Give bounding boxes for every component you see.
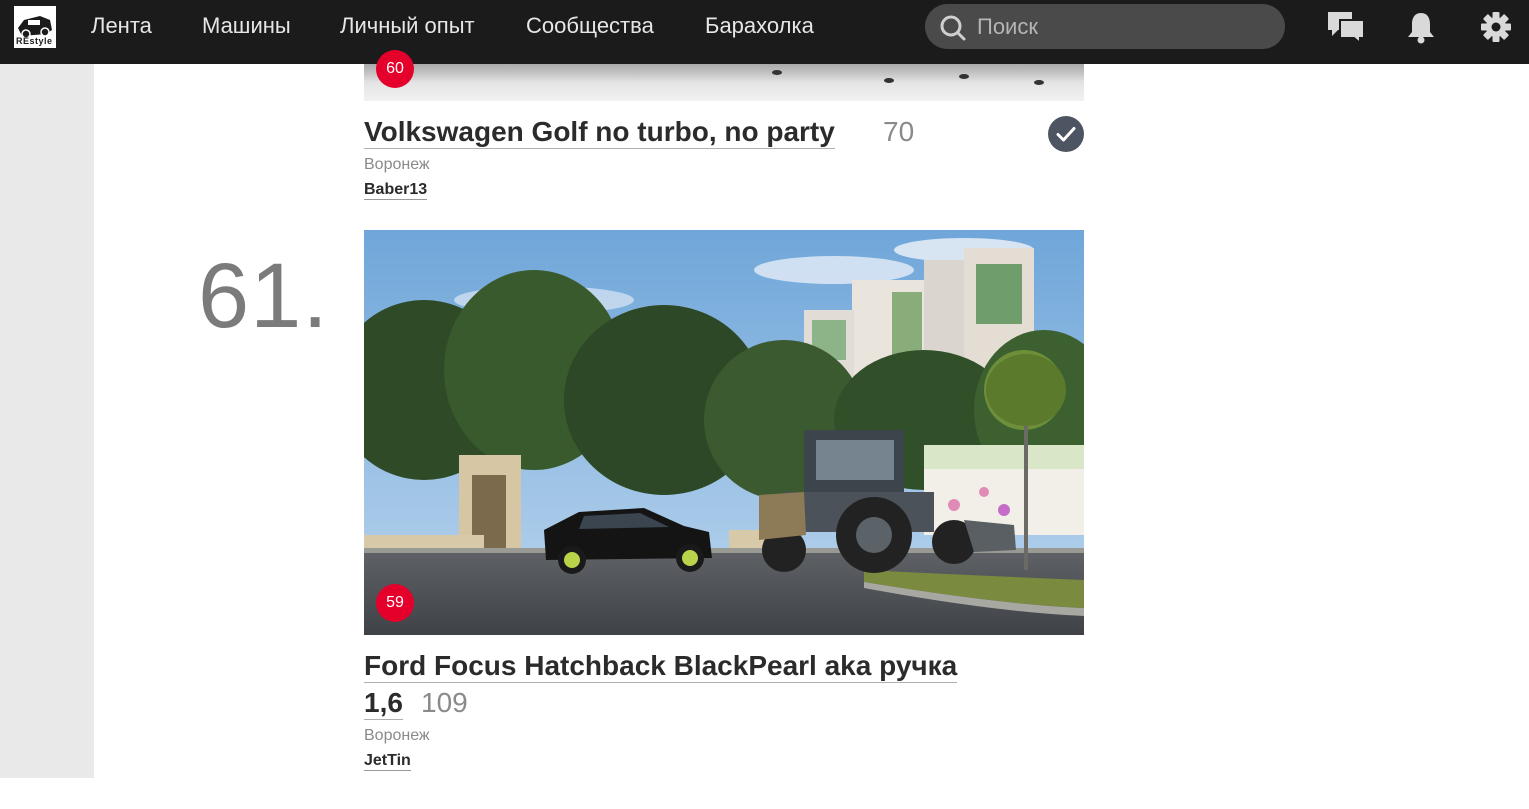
checkmark-icon[interactable] xyxy=(1048,116,1084,152)
city-label: Воронеж xyxy=(364,156,430,173)
chat-icon[interactable] xyxy=(1326,10,1366,44)
nav-item-communities[interactable]: Сообщества xyxy=(526,12,654,40)
position-badge: 60 xyxy=(376,50,414,88)
car-photo-ford-focus[interactable] xyxy=(364,230,1084,635)
photo-detail xyxy=(884,78,894,83)
car-title-link-continued[interactable]: 1,6 xyxy=(364,687,403,720)
gear-icon[interactable] xyxy=(1480,10,1512,44)
logo-text: REstyle xyxy=(16,36,53,46)
nav-item-experience[interactable]: Личный опыт xyxy=(340,12,475,40)
entry-count: 109 xyxy=(421,687,468,718)
city-label: Воронеж xyxy=(364,727,430,744)
top-navigation-bar: REstyle Лента Машины Личный опыт Сообщес… xyxy=(0,0,1529,64)
car-photo-golf[interactable] xyxy=(364,64,1084,101)
position-badge: 59 xyxy=(376,584,414,622)
author-link[interactable]: JetTin xyxy=(364,752,411,771)
nav-item-feed[interactable]: Лента xyxy=(91,12,152,40)
photo-detail xyxy=(959,74,969,79)
search-box[interactable] xyxy=(925,4,1285,49)
car-title-link[interactable]: Ford Focus Hatchback BlackPearl aka ручк… xyxy=(364,650,958,683)
author-link[interactable]: Baber13 xyxy=(364,181,428,200)
rank-number: 61. xyxy=(198,245,329,347)
bell-icon[interactable] xyxy=(1406,10,1436,44)
search-input[interactable] xyxy=(977,10,1267,43)
entry-count: 70 xyxy=(883,116,915,147)
car-title-link[interactable]: Volkswagen Golf no turbo, no party xyxy=(364,116,835,149)
photo-detail xyxy=(1034,80,1044,85)
nav-item-marketplace[interactable]: Барахолка xyxy=(705,12,814,40)
photo-detail xyxy=(772,70,782,75)
left-gutter xyxy=(0,64,94,778)
nav-item-cars[interactable]: Машины xyxy=(202,12,291,40)
photo-shading xyxy=(364,64,1084,82)
site-logo[interactable]: REstyle xyxy=(12,4,58,50)
search-icon[interactable] xyxy=(939,14,967,42)
